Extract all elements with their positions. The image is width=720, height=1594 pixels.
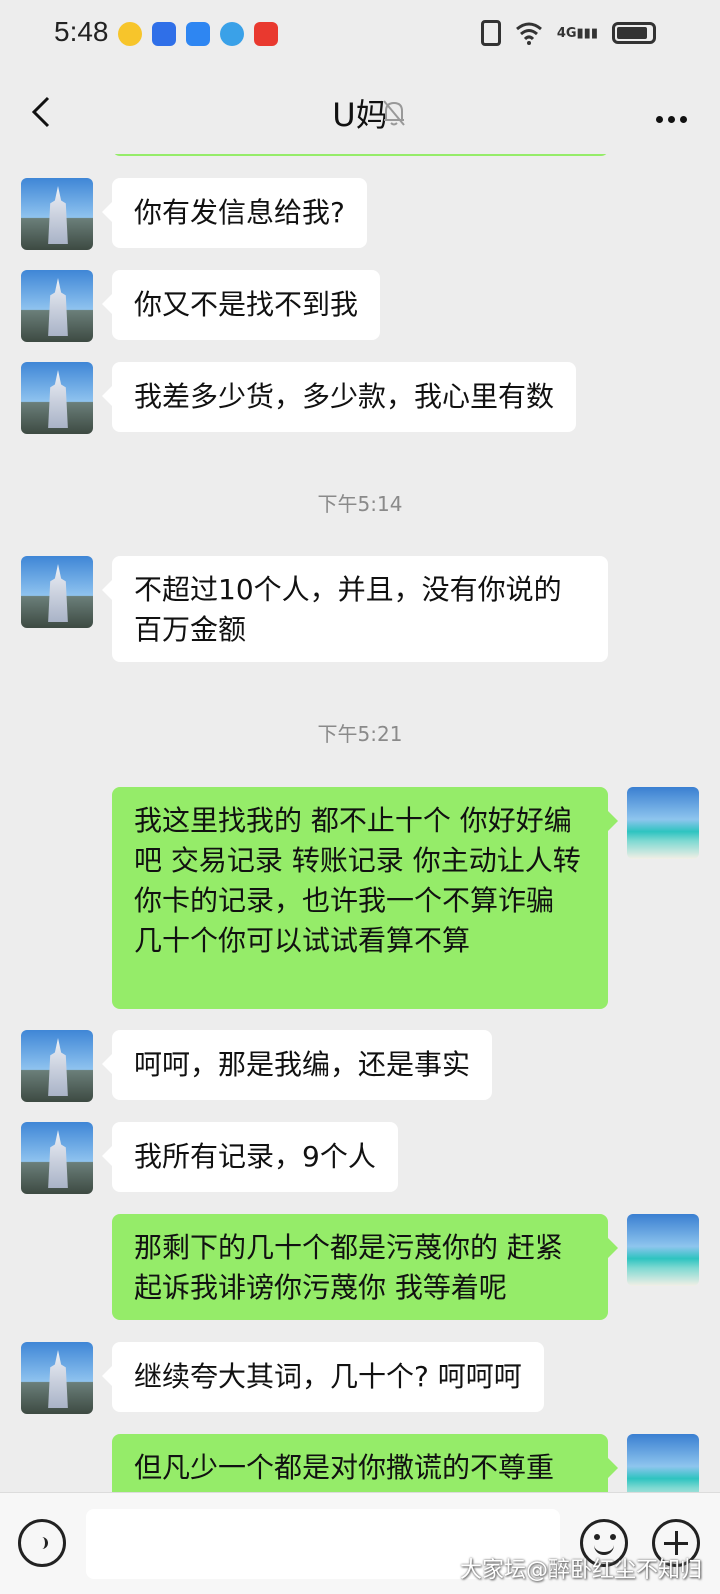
user-avatar[interactable] bbox=[627, 1214, 699, 1286]
more-options-icon[interactable] bbox=[656, 108, 692, 123]
previous-outgoing-bubble bbox=[112, 154, 609, 156]
status-clock: 5:48 bbox=[54, 16, 109, 47]
contact-avatar[interactable] bbox=[21, 556, 93, 628]
message-text: 你又不是找不到我 bbox=[134, 288, 359, 321]
notification-icons bbox=[118, 22, 278, 46]
outgoing-message[interactable]: 我这里找我的 都不止十个 你好好编吧 交易记录 转账记录 你主动让人转你卡的记录… bbox=[112, 787, 618, 1009]
voice-input-icon[interactable] bbox=[18, 1519, 66, 1567]
message-list[interactable]: 你有发信息给我? 你又不是找不到我 我差多少货，多少款，我心里有数 下午5:14… bbox=[0, 154, 720, 1492]
incoming-message[interactable]: 你有发信息给我? bbox=[102, 178, 367, 248]
message-text: 继续夸大其词，几十个? 呵呵呵 bbox=[134, 1360, 522, 1393]
wifi-icon bbox=[515, 22, 542, 45]
timestamp: 下午5:21 bbox=[317, 722, 403, 746]
incoming-message[interactable]: 你又不是找不到我 bbox=[101, 270, 381, 340]
contact-avatar[interactable] bbox=[21, 1342, 93, 1414]
contact-avatar[interactable] bbox=[21, 1122, 93, 1194]
incoming-message[interactable]: 我差多少货，多少款，我心里有数 bbox=[101, 362, 577, 432]
contact-avatar[interactable] bbox=[21, 362, 93, 434]
message-text: 你有发信息给我? bbox=[134, 196, 345, 229]
contact-avatar[interactable] bbox=[21, 178, 93, 250]
battery-icon bbox=[612, 22, 656, 44]
message-text: 我所有记录，9个人 bbox=[134, 1140, 376, 1173]
lightbulb-app-icon bbox=[186, 22, 210, 46]
mute-bell-icon bbox=[383, 100, 405, 126]
incoming-message[interactable]: 呵呵，那是我编，还是事实 bbox=[101, 1030, 493, 1100]
incoming-message[interactable]: 我所有记录，9个人 bbox=[102, 1122, 398, 1192]
watermark: 大家坛@醉卧红尘不知归 bbox=[459, 1558, 702, 1583]
message-text: 那剩下的几十个都是污蔑你的 赶紧起诉我诽谤你污蔑你 我等着呢 bbox=[134, 1231, 563, 1304]
contact-avatar[interactable] bbox=[21, 270, 93, 342]
weibo-icon bbox=[118, 22, 142, 46]
status-bar: 5:48 4G▮▮▮ bbox=[0, 0, 720, 70]
message-text: 呵呵，那是我编，还是事实 bbox=[134, 1048, 471, 1081]
cellular-signal-icon: 4G▮▮▮ bbox=[556, 25, 598, 41]
system-icons: 4G▮▮▮ bbox=[480, 20, 656, 46]
network-type-label: 4G bbox=[556, 25, 577, 41]
browser-app-icon bbox=[220, 22, 244, 46]
nfc-icon bbox=[480, 20, 501, 46]
outgoing-message[interactable]: 那剩下的几十个都是污蔑你的 赶紧起诉我诽谤你污蔑你 我等着呢 bbox=[112, 1214, 618, 1320]
message-text: 我这里找我的 都不止十个 你好好编吧 交易记录 转账记录 你主动让人转你卡的记录… bbox=[134, 804, 581, 957]
chat-header: U妈 bbox=[0, 70, 720, 154]
message-text: 我差多少货，多少款，我心里有数 bbox=[134, 380, 555, 413]
red-packet-icon bbox=[254, 22, 278, 46]
timestamp: 下午5:14 bbox=[317, 492, 403, 516]
message-text: 不超过10个人，并且，没有你说的百万金额 bbox=[134, 573, 562, 646]
incoming-message[interactable]: 继续夸大其词，几十个? 呵呵呵 bbox=[102, 1342, 544, 1412]
outgoing-message[interactable]: 但凡少一个都是对你撒谎的不尊重 bbox=[112, 1434, 618, 1492]
app-shield-icon bbox=[152, 22, 176, 46]
user-avatar[interactable] bbox=[627, 787, 699, 859]
chat-title: U妈 bbox=[332, 96, 388, 134]
message-text: 但凡少一个都是对你撒谎的不尊重 bbox=[134, 1451, 555, 1484]
contact-avatar[interactable] bbox=[21, 1030, 93, 1102]
incoming-message[interactable]: 不超过10个人，并且，没有你说的百万金额 bbox=[102, 556, 608, 662]
user-avatar[interactable] bbox=[627, 1434, 699, 1492]
